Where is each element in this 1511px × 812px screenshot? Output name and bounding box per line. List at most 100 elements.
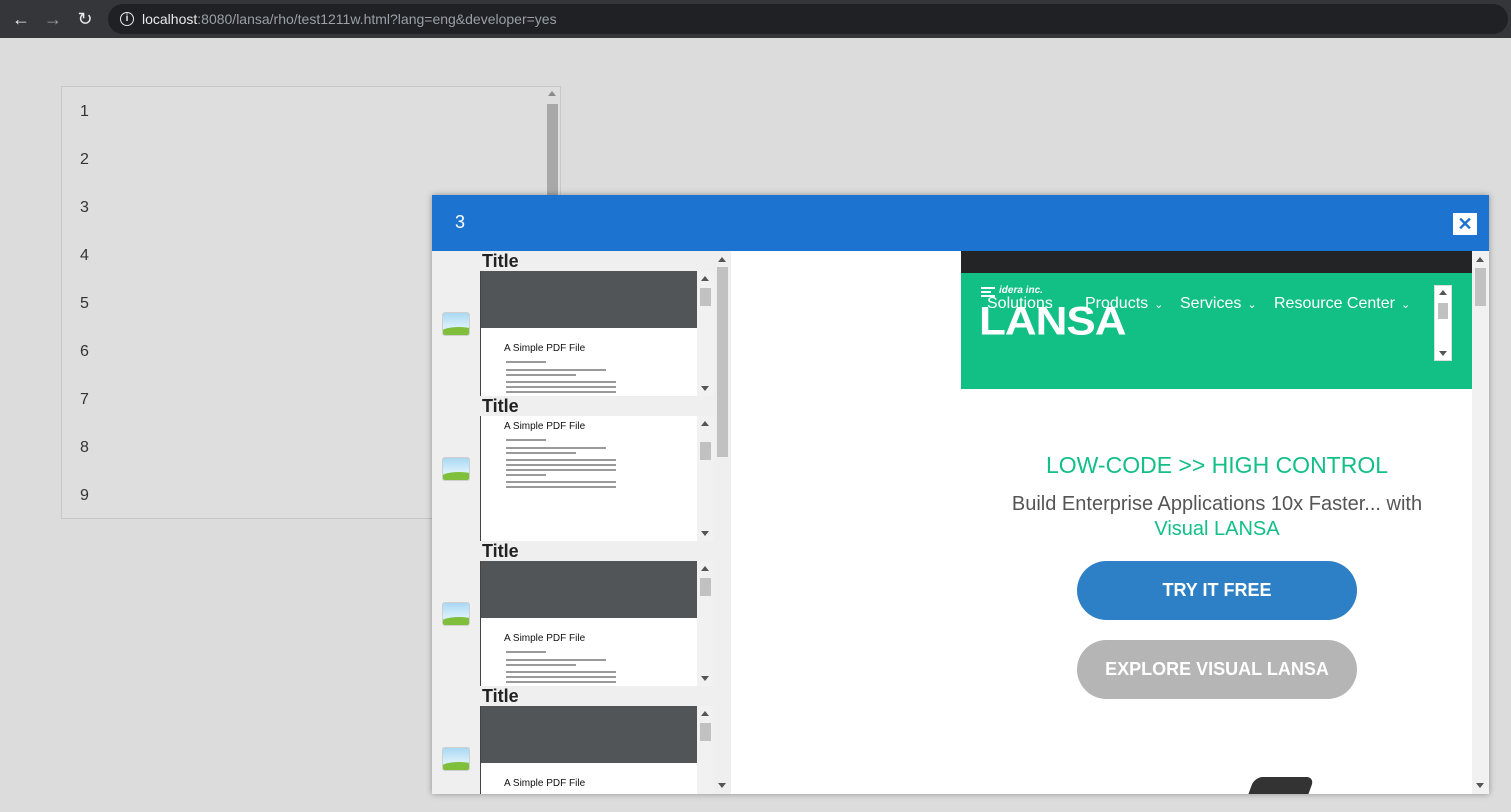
scroll-up-icon[interactable] [701,566,709,571]
scroll-up-icon[interactable] [1476,257,1484,262]
image-icon [442,312,470,336]
pdf-text-line [506,474,546,476]
hero-headline: LOW-CODE >> HIGH CONTROL [1045,452,1389,478]
pdf-text-line [506,374,576,376]
item-title: Title [482,251,519,271]
item-dialog: 3 ✕ Title A Simple PDF File Title A Simp… [432,195,1489,794]
web-preview: idera inc. Solutions LANSA Products ⌄ Ser… [731,251,1489,794]
list-item[interactable]: Title A Simple PDF File [432,396,714,541]
pdf-text-line [506,381,616,383]
list-item[interactable]: 7 [80,391,89,409]
pdf-text-line [506,452,576,454]
scroll-up-icon[interactable] [1439,290,1447,295]
list-item[interactable]: 1 [80,103,89,121]
pdf-text-line [506,676,616,678]
pdf-text-line [506,651,546,653]
preview-scrollbar[interactable] [697,706,714,794]
list-item[interactable]: 8 [80,439,89,457]
pdf-toolbar-area [481,706,697,763]
scroll-thumb[interactable] [700,578,711,596]
nav-products[interactable]: Products ⌄ [1085,295,1163,313]
chevron-down-icon: ⌄ [1154,299,1164,311]
scroll-thumb[interactable] [700,442,711,460]
list-item[interactable]: Title A Simple PDF File [432,251,714,396]
explore-visual-lansa-button[interactable]: EXPLORE VISUAL LANSA [1077,640,1357,699]
list-item[interactable]: 2 [80,151,89,169]
scroll-thumb[interactable] [700,288,711,306]
web-scrollbar[interactable] [1472,251,1489,794]
pdf-text-line [506,386,616,388]
scroll-thumb[interactable] [1475,268,1486,306]
item-title: Title [482,396,519,416]
preview-scrollbar[interactable] [697,416,714,541]
pdf-text-line [506,664,576,666]
info-icon[interactable]: i [120,12,134,26]
scroll-thumb[interactable] [1438,303,1448,319]
pdf-preview: A Simple PDF File [480,271,714,396]
document-list-scrollbar[interactable] [714,251,731,794]
scroll-up-icon[interactable] [701,711,709,716]
browser-toolbar: ← → ↻ i localhost:8080/lansa/rho/test121… [0,0,1511,38]
preview-scrollbar[interactable] [697,561,714,686]
document-list: Title A Simple PDF File Title A Simple P… [432,251,731,794]
try-it-free-button[interactable]: TRY IT FREE [1077,561,1357,620]
pdf-text-line [506,464,616,466]
forward-arrow-icon[interactable]: → [42,8,64,30]
hero-accent-link[interactable]: Visual LANSA [1154,518,1279,540]
scroll-up-icon[interactable] [718,257,726,262]
pdf-text-line [506,469,616,471]
pdf-text-line [506,659,606,661]
nav-scrollbar[interactable] [1434,285,1452,361]
back-arrow-icon[interactable]: ← [10,8,32,30]
image-icon [442,457,470,481]
scroll-down-icon[interactable] [1476,783,1484,788]
pdf-title: A Simple PDF File [504,343,586,354]
scroll-up-icon[interactable] [701,421,709,426]
site-navbar: idera inc. Solutions LANSA Products ⌄ Ser… [961,273,1473,389]
list-item[interactable]: Title A Simple PDF File [432,541,714,686]
scroll-down-icon[interactable] [701,531,709,536]
pdf-text-line [506,671,616,673]
pdf-title: A Simple PDF File [504,778,586,789]
scroll-down-icon[interactable] [1439,351,1447,356]
scroll-down-icon[interactable] [701,676,709,681]
scroll-down-icon[interactable] [701,386,709,391]
pdf-text-line [506,369,606,371]
address-bar[interactable]: i localhost:8080/lansa/rho/test1211w.htm… [108,4,1508,34]
pdf-text-line [506,459,616,461]
scroll-up-icon[interactable] [701,276,709,281]
close-icon[interactable]: ✕ [1453,213,1477,235]
list-item[interactable]: 4 [80,247,89,265]
scroll-down-icon[interactable] [718,783,726,788]
site-topbar [961,251,1473,273]
pdf-text-line [506,447,606,449]
pdf-text-line [506,481,616,483]
pdf-text-line [506,391,616,393]
list-item[interactable]: 5 [80,295,89,313]
list-item[interactable]: Title A Simple PDF File [432,686,714,794]
pdf-text-line [506,486,616,488]
image-icon [442,602,470,626]
scroll-thumb[interactable] [717,267,728,457]
scroll-thumb[interactable] [700,723,711,741]
reload-icon[interactable]: ↻ [74,8,96,30]
list-item[interactable]: 9 [80,487,89,505]
decorative-shape [1247,777,1315,794]
chevron-down-icon: ⌄ [1247,299,1257,311]
pdf-title: A Simple PDF File [504,633,586,644]
pdf-title: A Simple PDF File [504,421,586,432]
list-item[interactable]: 3 [80,199,89,217]
pdf-toolbar-area [481,561,697,618]
scroll-thumb[interactable] [547,104,558,199]
pdf-text-line [506,439,546,441]
pdf-preview: A Simple PDF File [480,561,714,686]
pdf-toolbar-area [481,271,697,328]
nav-services[interactable]: Services ⌄ [1180,295,1257,313]
item-title: Title [482,541,519,561]
list-item[interactable]: 6 [80,343,89,361]
item-title: Title [482,686,519,706]
pdf-preview: A Simple PDF File [480,706,714,794]
scroll-up-icon[interactable] [548,91,556,96]
preview-scrollbar[interactable] [697,271,714,396]
nav-resource-center[interactable]: Resource Center ⌄ [1274,295,1410,313]
